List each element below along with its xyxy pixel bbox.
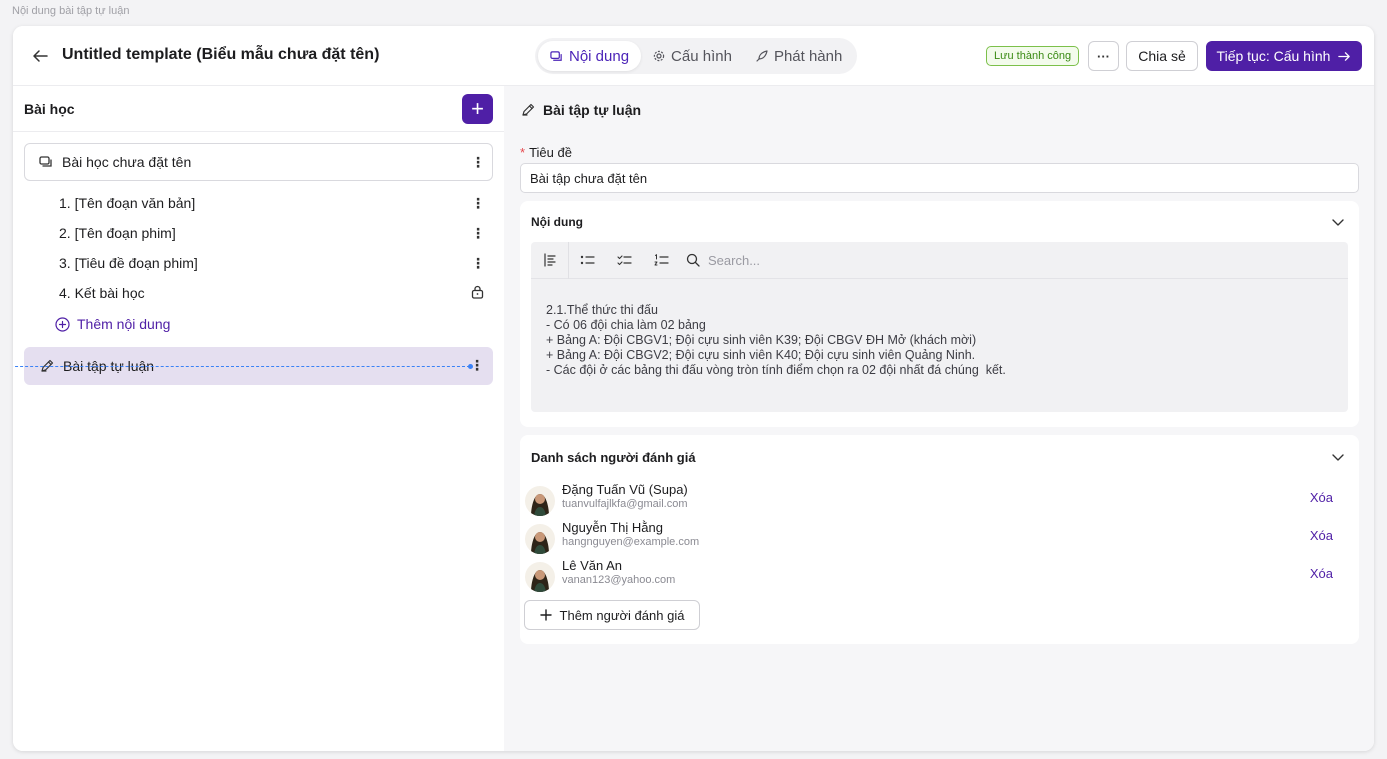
checklist-button[interactable]	[606, 242, 643, 279]
tab-content-label: Nội dung	[569, 47, 630, 65]
top-header: Untitled template (Biểu mẫu chưa đặt tên…	[13, 26, 1374, 86]
page-label: Nội dung bài tập tự luận	[12, 5, 130, 17]
chevron-down-icon[interactable]	[1331, 215, 1345, 229]
sidebar-item-conclusion[interactable]: 4. Kết bài học	[59, 285, 145, 301]
share-button[interactable]: Chia sẻ	[1126, 41, 1198, 71]
lock-icon	[471, 285, 484, 299]
editor-panel: Bài tập tự luận *Tiêu đề Nội dung	[504, 86, 1374, 751]
avatar	[525, 524, 555, 554]
lesson-sidebar: Bài học + Bài học chưa đặt tên ⋮ 1. [Tên…	[13, 86, 504, 751]
reviewer-row: Lê Văn An vanan123@yahoo.com Xóa	[525, 558, 1350, 594]
rich-text-editor[interactable]: 2.1.Thể thức thi đấu - Có 06 đội chia là…	[531, 241, 1348, 412]
reviewer-name: Đặng Tuấn Vũ (Supa)	[562, 482, 688, 497]
add-lesson-button[interactable]: +	[462, 94, 493, 124]
editor-search-input[interactable]	[708, 252, 1008, 268]
reviewer-email: tuanvulfajlkfa@gmail.com	[562, 498, 688, 510]
continue-button[interactable]: Tiếp tục: Cấu hình	[1206, 41, 1362, 71]
tab-content[interactable]: Nội dung	[538, 41, 642, 71]
editor-content[interactable]: 2.1.Thể thức thi đấu - Có 06 đội chia là…	[546, 303, 1006, 378]
reviewer-email: hangnguyen@example.com	[562, 536, 700, 548]
continue-button-label: Tiếp tục: Cấu hình	[1216, 48, 1331, 64]
content-card: Nội dung Search... 2.1.Thể thức thi đấu …	[520, 201, 1359, 427]
title-field-label-text: Tiêu đề	[529, 145, 572, 160]
tab-publish-label: Phát hành	[773, 47, 843, 65]
document-title: Untitled template (Biểu mẫu chưa đặt tên…	[62, 46, 380, 63]
reviewer-row: Đặng Tuấn Vũ (Supa) tuanvulfajlkfa@gmail…	[525, 482, 1350, 518]
bullet-list-button[interactable]	[569, 242, 606, 279]
drag-guide-handle[interactable]	[468, 364, 473, 369]
add-content-button[interactable]: Thêm nội dung	[55, 316, 170, 332]
sidebar-item-text[interactable]: 1. [Tên đoạn văn bản]	[59, 195, 195, 211]
save-status-badge: Lưu thành công	[986, 46, 1080, 66]
plus-icon	[539, 609, 552, 621]
add-content-label: Thêm nội dung	[77, 316, 171, 332]
required-mark: *	[520, 145, 526, 160]
lesson-kebab-icon[interactable]: ⋮	[471, 155, 485, 169]
mode-tabs: Nội dung Cấu hình Phát hành	[535, 38, 858, 74]
avatar	[525, 562, 555, 592]
back-button[interactable]	[30, 46, 50, 66]
reviewer-name: Lê Văn An	[562, 558, 622, 573]
chevron-down-icon[interactable]	[1331, 450, 1345, 464]
drag-guide-line	[13, 366, 470, 367]
avatar	[525, 486, 555, 516]
app-window: Untitled template (Biểu mẫu chưa đặt tên…	[13, 26, 1374, 751]
pen-icon	[522, 103, 535, 116]
tab-publish[interactable]: Phát hành	[744, 41, 854, 71]
reviewers-card-title: Danh sách người đánh giá	[531, 450, 696, 465]
arrow-left-icon	[33, 50, 48, 62]
tab-settings-label: Cấu hình	[671, 47, 732, 65]
bullet-list-icon	[580, 255, 595, 265]
more-options-button[interactable]: ···	[1088, 41, 1119, 71]
arrow-right-icon	[1338, 51, 1351, 61]
add-reviewer-label: Thêm người đánh giá	[559, 607, 685, 623]
plus-circle-icon	[55, 316, 70, 332]
title-field-label: * Tiêu đề	[520, 145, 572, 160]
reviewer-email: vanan123@yahoo.com	[562, 574, 676, 586]
editor-search	[686, 252, 1008, 268]
numbered-list-icon	[654, 254, 669, 266]
rocket-icon	[756, 50, 768, 62]
add-reviewer-button[interactable]: Thêm người đánh giá	[524, 600, 700, 630]
content-card-title: Nội dung	[531, 215, 583, 229]
lesson-title: Bài học chưa đặt tên	[62, 154, 192, 170]
panel-title-label: Bài tập tự luận	[543, 102, 642, 118]
item-3-kebab-icon[interactable]: ⋮	[471, 256, 485, 270]
gear-icon	[653, 50, 665, 62]
tab-settings[interactable]: Cấu hình	[641, 41, 744, 71]
search-icon	[686, 253, 700, 267]
remove-reviewer-button[interactable]: Xóa	[1310, 490, 1333, 505]
remove-reviewer-button[interactable]: Xóa	[1310, 528, 1333, 543]
align-left-icon	[543, 253, 556, 267]
item-2-kebab-icon[interactable]: ⋮	[471, 226, 485, 240]
lesson-card[interactable]: Bài học chưa đặt tên ⋮	[24, 143, 493, 181]
sidebar-item-video-title[interactable]: 3. [Tiêu đề đoạn phim]	[59, 255, 198, 271]
sidebar-title: Bài học	[24, 101, 75, 117]
numbered-list-button[interactable]	[643, 242, 680, 279]
content-icon	[550, 50, 562, 61]
sidebar-header: Bài học +	[13, 86, 504, 132]
plus-icon: +	[471, 96, 484, 121]
panel-title: Bài tập tự luận	[521, 102, 641, 118]
align-left-button[interactable]	[531, 242, 568, 279]
reviewer-name: Nguyễn Thị Hằng	[562, 520, 663, 535]
checklist-icon	[617, 255, 632, 266]
reviewer-row: Nguyễn Thị Hằng hangnguyen@example.com X…	[525, 520, 1350, 556]
editor-toolbar	[531, 241, 1348, 279]
title-input[interactable]	[520, 163, 1359, 193]
remove-reviewer-button[interactable]: Xóa	[1310, 566, 1333, 581]
lesson-icon	[39, 156, 52, 167]
item-1-kebab-icon[interactable]: ⋮	[471, 196, 485, 210]
sidebar-item-video[interactable]: 2. [Tên đoạn phim]	[59, 225, 176, 241]
reviewers-card: Danh sách người đánh giá Đặng Tuấn Vũ (S…	[520, 435, 1359, 644]
